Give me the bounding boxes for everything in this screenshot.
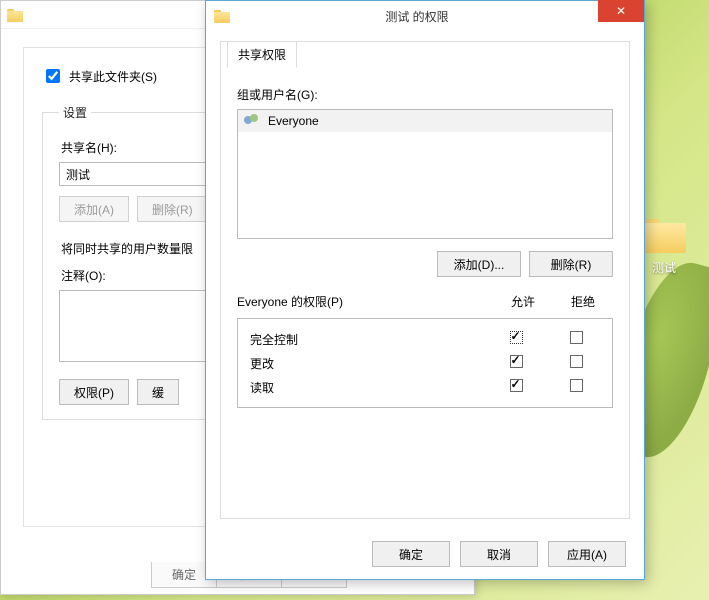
add-user-button[interactable]: 添加(D)... [437, 251, 521, 277]
list-item[interactable]: Everyone [238, 110, 612, 132]
share-folder-checkbox-label: 共享此文件夹(S) [69, 68, 157, 85]
allow-header: 允许 [493, 293, 553, 310]
folder-icon [7, 8, 23, 22]
close-icon: ✕ [616, 4, 626, 18]
dialog-title: 测试 的权限 [236, 8, 598, 25]
add-share-button: 添加(A) [59, 196, 129, 222]
apply-button[interactable]: 应用(A) [548, 541, 626, 567]
perm-name: 更改 [244, 355, 486, 372]
permissions-header: Everyone 的权限(P) [237, 293, 493, 310]
allow-checkbox-read[interactable] [510, 379, 523, 392]
close-button[interactable]: ✕ [598, 0, 644, 22]
remove-share-button: 删除(R) [137, 196, 208, 222]
permissions-dialog: 测试 的权限 ✕ 共享权限 组或用户名(G): Everyone 添加(D)..… [205, 0, 645, 580]
permissions-table: 完全控制 更改 读取 [237, 318, 613, 408]
user-name: Everyone [268, 114, 319, 128]
cancel-button[interactable]: 取消 [460, 541, 538, 567]
share-folder-checkbox-input[interactable] [46, 69, 60, 83]
deny-checkbox-fullcontrol[interactable] [570, 331, 583, 344]
allow-checkbox-change[interactable] [510, 355, 523, 368]
group-icon [244, 114, 262, 128]
table-row: 读取 [244, 375, 606, 399]
deny-header: 拒绝 [553, 293, 613, 310]
deny-checkbox-read[interactable] [570, 379, 583, 392]
ok-button[interactable]: 确定 [372, 541, 450, 567]
permissions-button[interactable]: 权限(P) [59, 379, 129, 405]
caching-button[interactable]: 缓 [137, 379, 179, 405]
settings-legend: 设置 [59, 104, 91, 121]
tab-share-permissions[interactable]: 共享权限 [227, 41, 297, 68]
folder-icon [640, 215, 688, 253]
remove-user-button[interactable]: 删除(R) [529, 251, 613, 277]
table-row: 更改 [244, 351, 606, 375]
folder-icon [214, 9, 230, 23]
perm-name: 完全控制 [244, 331, 486, 348]
user-list[interactable]: Everyone [237, 109, 613, 239]
perm-name: 读取 [244, 379, 486, 396]
allow-checkbox-fullcontrol[interactable] [510, 331, 523, 344]
group-user-label: 组或用户名(G): [237, 86, 613, 103]
table-row: 完全控制 [244, 327, 606, 351]
deny-checkbox-change[interactable] [570, 355, 583, 368]
titlebar[interactable]: 测试 的权限 ✕ [206, 1, 644, 31]
